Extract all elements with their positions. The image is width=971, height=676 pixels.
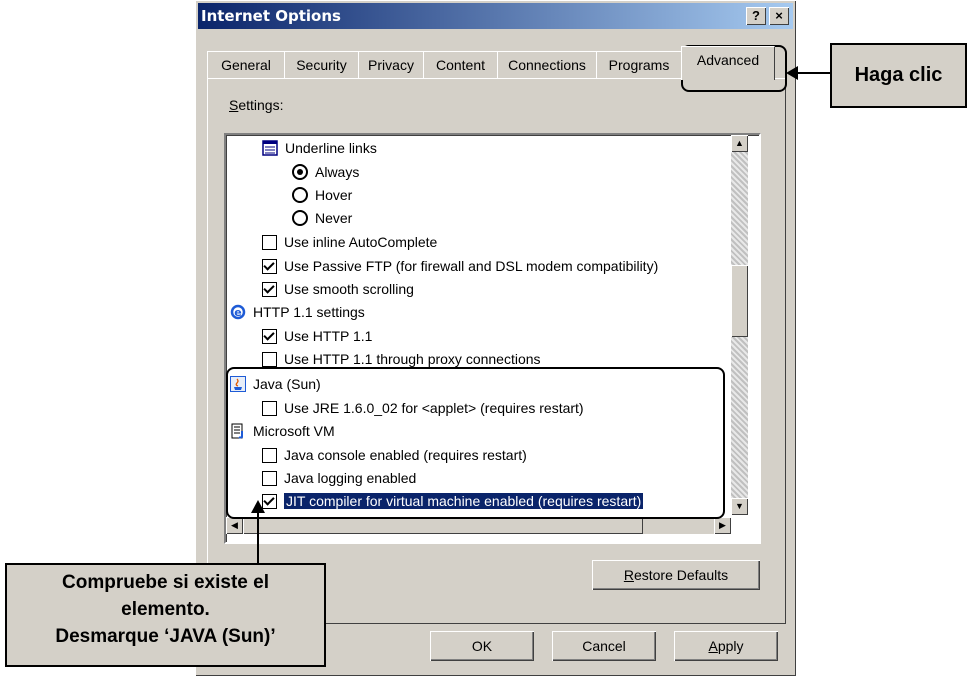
checkbox[interactable] bbox=[262, 328, 277, 344]
tab-general[interactable]: General bbox=[207, 51, 285, 78]
horizontal-scrollbar[interactable]: ◀ ▶ bbox=[226, 517, 731, 534]
radio-hover[interactable]: Hover bbox=[292, 184, 352, 206]
tab-privacy[interactable]: Privacy bbox=[358, 51, 424, 78]
apply-button[interactable]: Apply bbox=[674, 631, 778, 661]
radio-never[interactable]: Never bbox=[292, 207, 352, 229]
tab-connections[interactable]: Connections bbox=[497, 51, 597, 78]
vertical-scrollbar[interactable]: ▲ ▼ bbox=[731, 135, 748, 515]
checkbox[interactable] bbox=[262, 281, 277, 297]
svg-text:e: e bbox=[234, 306, 241, 319]
ok-button[interactable]: OK bbox=[430, 631, 534, 661]
scroll-left-arrow-icon[interactable]: ◀ bbox=[226, 517, 243, 534]
tab-advanced[interactable]: Advanced bbox=[681, 46, 775, 80]
restore-defaults-button[interactable]: Restore Defaults bbox=[592, 560, 760, 590]
tab-programs[interactable]: Programs bbox=[596, 51, 682, 78]
callout-line-2: elemento. bbox=[121, 599, 210, 620]
title-bar[interactable]: Internet Options ? × bbox=[198, 3, 793, 29]
callout-click-here: Haga clic bbox=[830, 43, 967, 108]
list-item[interactable]: e HTTP 1.1 settings bbox=[230, 301, 365, 323]
scroll-down-arrow-icon[interactable]: ▼ bbox=[731, 498, 748, 515]
checkbox-smooth-scrolling[interactable]: Use smooth scrolling bbox=[262, 278, 414, 300]
callout-line-1: Compruebe si existe el bbox=[62, 572, 269, 593]
scroll-right-arrow-icon[interactable]: ▶ bbox=[714, 517, 731, 534]
callout-instruction: Compruebe si existe el elemento. Desmarq… bbox=[5, 563, 326, 667]
help-button[interactable]: ? bbox=[746, 7, 766, 25]
list-item[interactable]: Underline links bbox=[262, 137, 377, 159]
checkbox[interactable] bbox=[262, 351, 277, 367]
settings-label: Settings: bbox=[229, 97, 284, 113]
java-section-highlight bbox=[226, 367, 725, 519]
scroll-thumb[interactable] bbox=[243, 517, 643, 534]
radio-button[interactable] bbox=[292, 187, 308, 203]
scroll-up-arrow-icon[interactable]: ▲ bbox=[731, 135, 748, 152]
radio-button[interactable] bbox=[292, 210, 308, 226]
radio-button[interactable] bbox=[292, 164, 308, 180]
ie-icon: e bbox=[230, 304, 246, 320]
radio-always[interactable]: Always bbox=[292, 161, 359, 183]
callout-line-3: Desmarque ‘JAVA (Sun)’ bbox=[55, 626, 276, 647]
list-icon bbox=[262, 140, 278, 156]
cancel-button[interactable]: Cancel bbox=[552, 631, 656, 661]
tab-security[interactable]: Security bbox=[284, 51, 359, 78]
checkbox-use-http11[interactable]: Use HTTP 1.1 bbox=[262, 325, 372, 347]
close-button[interactable]: × bbox=[769, 7, 789, 25]
checkbox-inline-autocomplete[interactable]: Use inline AutoComplete bbox=[262, 231, 437, 253]
tab-content[interactable]: Content bbox=[423, 51, 498, 78]
checkbox-passive-ftp[interactable]: Use Passive FTP (for firewall and DSL mo… bbox=[262, 255, 658, 277]
checkbox[interactable] bbox=[262, 234, 277, 250]
scroll-thumb[interactable] bbox=[731, 265, 748, 337]
window-title: Internet Options bbox=[201, 7, 341, 25]
checkbox[interactable] bbox=[262, 258, 277, 274]
